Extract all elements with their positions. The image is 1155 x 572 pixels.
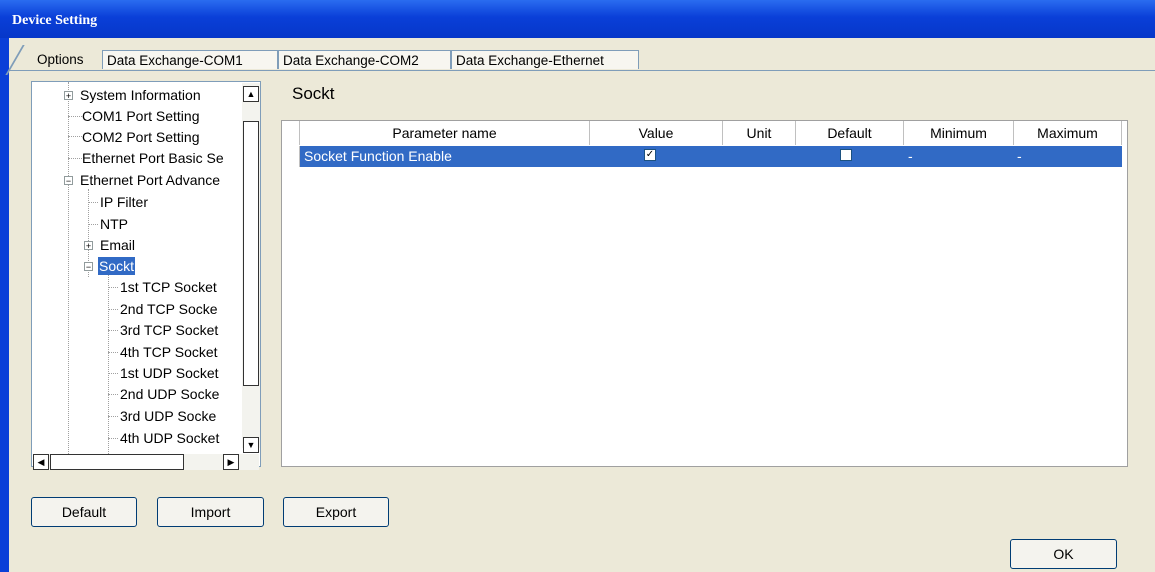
- collapse-icon[interactable]: −: [64, 176, 73, 186]
- tree-item-ethernet-port-basic[interactable]: Ethernet Port Basic Se: [82, 149, 224, 167]
- tree-item-com1-port-setting[interactable]: COM1 Port Setting: [82, 107, 200, 125]
- expand-icon[interactable]: +: [64, 91, 73, 101]
- tree-line: [108, 330, 118, 331]
- row-gutter: [282, 146, 300, 167]
- tree-item-2nd-udp-socket[interactable]: 2nd UDP Socke: [120, 385, 219, 403]
- column-header-parameter-name[interactable]: Parameter name: [300, 121, 590, 145]
- tree-vertical-scrollbar[interactable]: ▲ ▼: [242, 83, 260, 453]
- scroll-thumb[interactable]: [50, 454, 184, 470]
- tree-line: [108, 394, 118, 395]
- scroll-thumb[interactable]: [243, 121, 259, 386]
- device-setting-window: Device Setting Options Data Exchange-COM…: [0, 0, 1155, 572]
- tree-item-ntp[interactable]: NTP: [100, 215, 128, 233]
- column-header-value[interactable]: Value: [590, 121, 723, 145]
- column-header-unit[interactable]: Unit: [723, 121, 796, 145]
- tree-item-4th-udp-socket[interactable]: 4th UDP Socket: [120, 429, 219, 447]
- tab-options[interactable]: Options: [33, 50, 88, 69]
- import-button[interactable]: Import: [157, 497, 264, 527]
- param-name: Socket Function Enable: [304, 148, 452, 164]
- tree-item-3rd-udp-socket[interactable]: 3rd UDP Socke: [120, 407, 216, 425]
- tab-data-exchange-ethernet[interactable]: Data Exchange-Ethernet: [451, 50, 639, 69]
- window-border: [0, 38, 9, 572]
- tab-strip: Options Data Exchange-COM1 Data Exchange…: [9, 38, 1155, 70]
- tree-line: [68, 158, 82, 159]
- tree-line: [108, 287, 118, 288]
- header-gutter: [282, 121, 300, 145]
- window-title: Device Setting: [12, 13, 98, 28]
- tree-horizontal-scrollbar[interactable]: ◀ ▶: [33, 454, 259, 470]
- section-title: Sockt: [292, 84, 335, 103]
- tree-item-4th-tcp-socket[interactable]: 4th TCP Socket: [120, 343, 218, 361]
- column-header-minimum[interactable]: Minimum: [904, 121, 1014, 145]
- tree-line: [108, 438, 118, 439]
- expand-icon[interactable]: +: [84, 241, 93, 251]
- value-checkbox[interactable]: ✓: [644, 149, 656, 161]
- param-maximum: -: [1017, 148, 1022, 164]
- default-checkbox: [840, 149, 852, 161]
- grid-header: Parameter name Value Unit Default Minimu…: [282, 121, 1127, 145]
- tab-data-exchange-com1[interactable]: Data Exchange-COM1: [102, 50, 278, 69]
- tree-item-system-information[interactable]: System Information: [80, 86, 201, 104]
- export-button[interactable]: Export: [283, 497, 389, 527]
- scroll-left-icon[interactable]: ◀: [33, 454, 49, 470]
- tree-item-email[interactable]: Email: [100, 236, 135, 254]
- param-minimum: -: [908, 148, 913, 164]
- scroll-down-icon[interactable]: ▼: [243, 437, 259, 453]
- scroll-up-icon[interactable]: ▲: [243, 86, 259, 102]
- tree-item-com2-port-setting[interactable]: COM2 Port Setting: [82, 128, 200, 146]
- column-header-default[interactable]: Default: [796, 121, 904, 145]
- tree-line: [108, 373, 118, 374]
- settings-tree[interactable]: + System Information COM1 Port Setting C…: [31, 81, 261, 467]
- ok-button[interactable]: OK: [1010, 539, 1117, 569]
- tree-line: [68, 116, 82, 117]
- tree-item-3rd-tcp-socket[interactable]: 3rd TCP Socket: [120, 321, 218, 339]
- tab-underline: [9, 70, 1155, 71]
- tree-item-1st-tcp-socket[interactable]: 1st TCP Socket: [120, 278, 217, 296]
- title-bar[interactable]: Device Setting: [0, 0, 1155, 38]
- tab-data-exchange-com2[interactable]: Data Exchange-COM2: [278, 50, 451, 69]
- column-header-maximum[interactable]: Maximum: [1014, 121, 1122, 145]
- tree-item-ip-filter[interactable]: IP Filter: [100, 193, 148, 211]
- tree-item-sockt[interactable]: Sockt: [98, 257, 136, 275]
- tree-line: [88, 224, 98, 225]
- tree-item-ethernet-port-advance[interactable]: Ethernet Port Advance: [80, 171, 220, 189]
- collapse-icon[interactable]: −: [84, 262, 93, 272]
- tree-line: [88, 202, 98, 203]
- tree-line: [68, 82, 69, 466]
- tree-line: [108, 352, 118, 353]
- tree-line: [108, 274, 109, 454]
- tree-line: [108, 416, 118, 417]
- tree-line: [108, 309, 118, 310]
- tree-line: [68, 136, 82, 137]
- scroll-right-icon[interactable]: ▶: [223, 454, 239, 470]
- parameter-grid[interactable]: Parameter name Value Unit Default Minimu…: [281, 120, 1128, 467]
- tree-item-2nd-tcp-socket[interactable]: 2nd TCP Socke: [120, 300, 218, 318]
- default-button[interactable]: Default: [31, 497, 137, 527]
- tree-item-1st-udp-socket[interactable]: 1st UDP Socket: [120, 364, 219, 382]
- table-row[interactable]: Socket Function Enable ✓ - -: [282, 146, 1122, 167]
